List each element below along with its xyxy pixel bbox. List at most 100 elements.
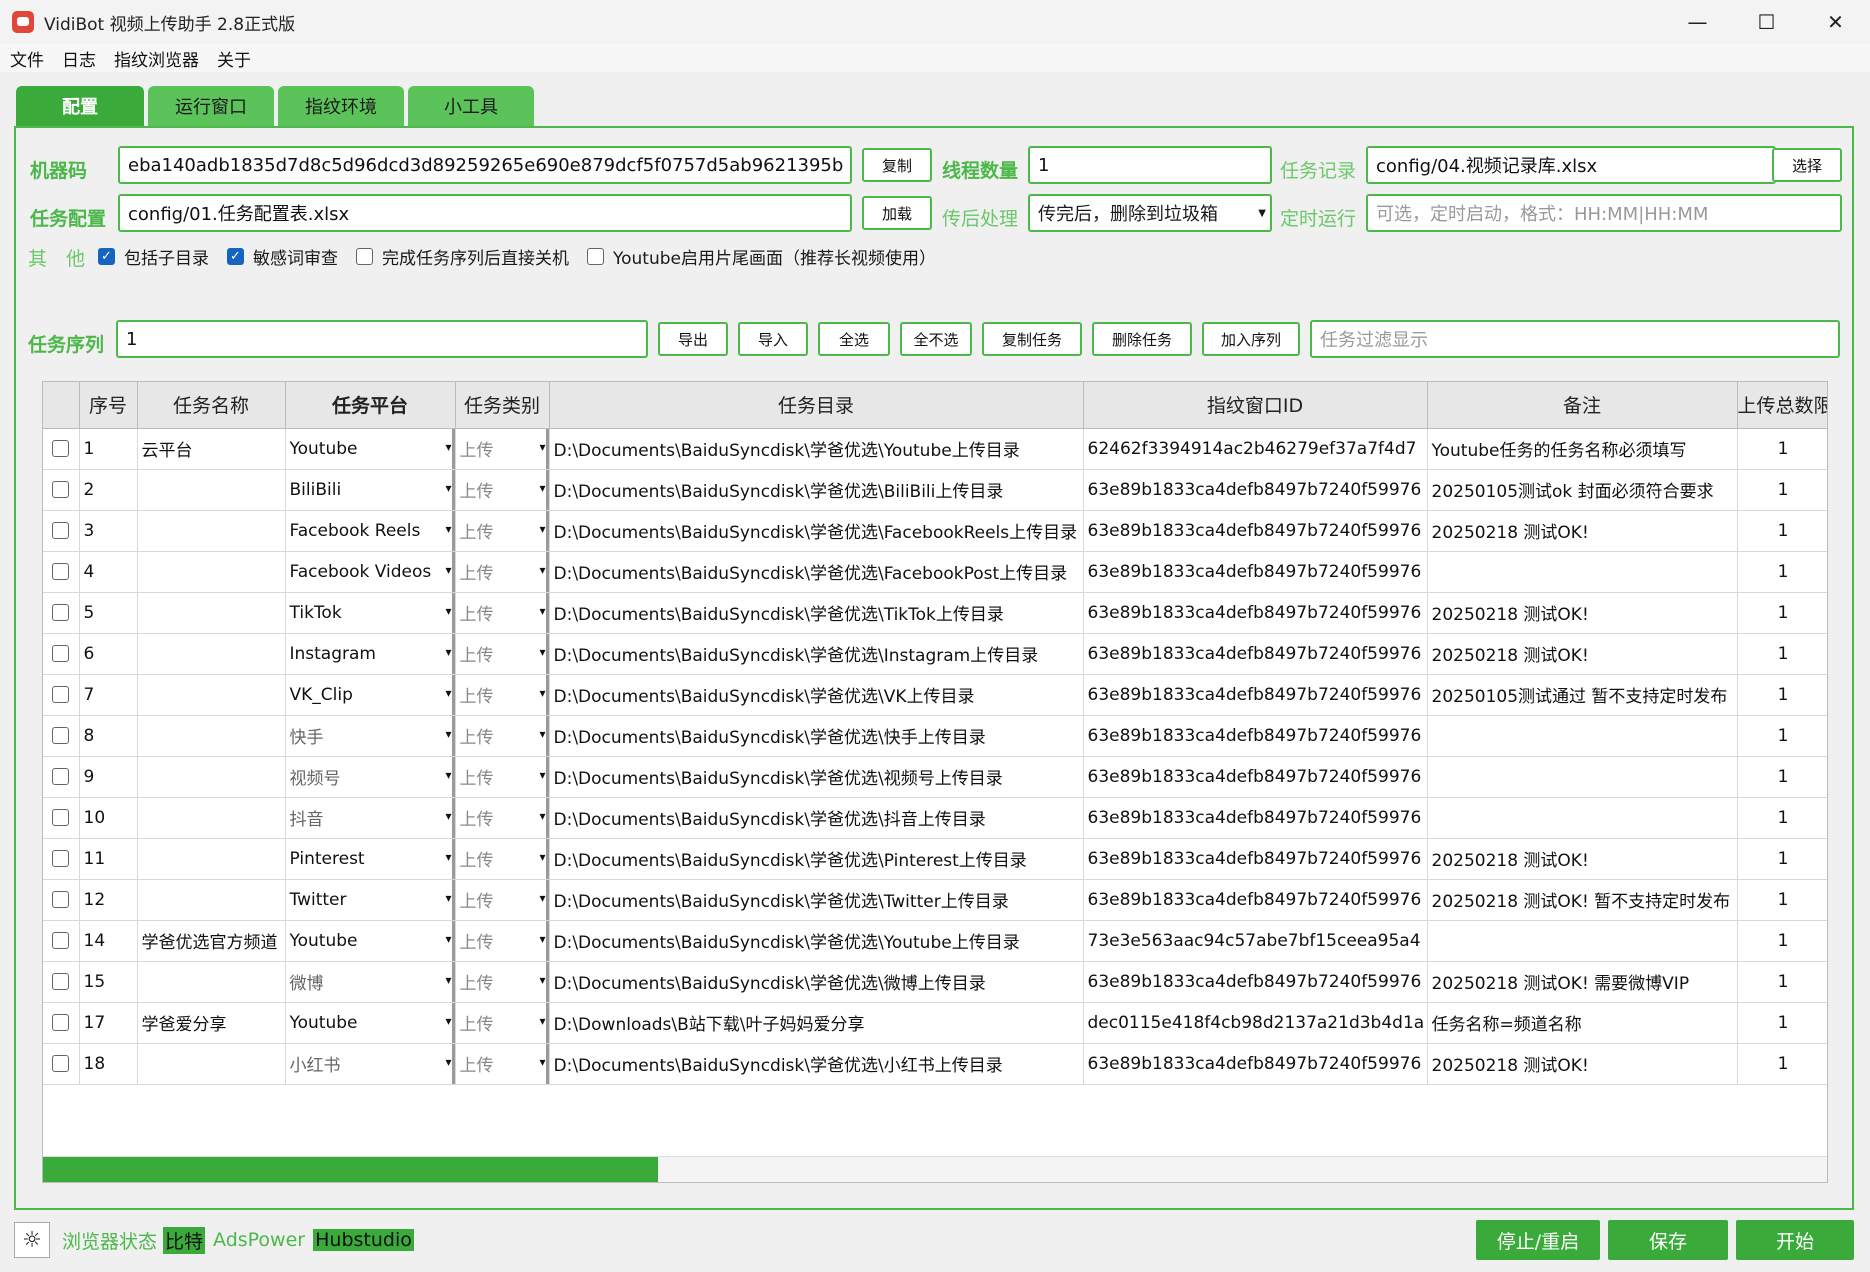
table-row[interactable]: 7 VK_Clip 上传D:\Documents\BaiduSyncdisk\学爸优…	[43, 674, 1827, 716]
table-row[interactable]: 14学爸优选官方频道Youtube 上传D:\Documents\BaiduSyn…	[43, 920, 1827, 962]
cell-note[interactable]: 20250218 测试OK!	[1427, 592, 1738, 634]
checkbox-icon[interactable]	[52, 850, 70, 867]
youtube-endscreen-checkbox[interactable]: Youtube启用片尾画面（推荐长视频使用）	[587, 244, 936, 269]
tab-fingerprint-env[interactable]: 指纹环境	[278, 86, 404, 126]
checkbox-icon[interactable]	[52, 1014, 70, 1031]
cell-upload-total[interactable]: 1	[1737, 920, 1827, 962]
cell-upload-total[interactable]: 1	[1737, 756, 1827, 798]
cell-fingerprint-id[interactable]: 63e89b1833ca4defb8497b7240f59976	[1083, 838, 1428, 880]
cell-category-select[interactable]: 上传	[455, 879, 550, 921]
checkbox-icon[interactable]	[52, 932, 70, 949]
col-header-fingerprint-id[interactable]: 指纹窗口ID	[1083, 382, 1428, 429]
table-row[interactable]: 10 抖音 上传D:\Documents\BaiduSyncdisk\学爸优选\抖音…	[43, 797, 1827, 839]
tab-run-window[interactable]: 运行窗口	[148, 86, 274, 126]
cell-fingerprint-id[interactable]: 63e89b1833ca4defb8497b7240f59976	[1083, 756, 1428, 798]
row-checkbox[interactable]	[43, 469, 80, 511]
table-row[interactable]: 12 Twitter 上传D:\Documents\BaiduSyncdisk\学爸…	[43, 879, 1827, 921]
cell-category-select[interactable]: 上传	[455, 469, 550, 511]
cell-upload-total[interactable]: 1	[1737, 1002, 1827, 1044]
checkbox-icon[interactable]	[52, 563, 70, 580]
row-checkbox[interactable]	[43, 879, 80, 921]
cell-fingerprint-id[interactable]: 63e89b1833ca4defb8497b7240f59976	[1083, 592, 1428, 634]
cell-upload-total[interactable]: 1	[1737, 838, 1827, 880]
cell-task-name[interactable]: 学爸优选官方频道	[137, 920, 286, 962]
cell-platform-select[interactable]: Facebook Reels	[285, 510, 456, 552]
cell-directory[interactable]: D:\Documents\BaiduSyncdisk\学爸优选\微博上传目录	[549, 961, 1084, 1003]
cell-task-name[interactable]	[137, 961, 286, 1003]
settings-sun-icon[interactable]: ☼	[14, 1222, 50, 1258]
cell-fingerprint-id[interactable]: 73e3e563aac94c57abe7bf15ceea95a4	[1083, 920, 1428, 962]
load-button[interactable]: 加载	[862, 196, 932, 230]
cell-platform-select[interactable]: 快手	[285, 715, 456, 757]
cell-task-name[interactable]	[137, 633, 286, 675]
cell-upload-total[interactable]: 1	[1737, 633, 1827, 675]
cell-upload-total[interactable]: 1	[1737, 428, 1827, 470]
checkbox-icon[interactable]	[52, 440, 70, 457]
shutdown-after-checkbox[interactable]: 完成任务序列后直接关机	[356, 244, 569, 269]
cell-fingerprint-id[interactable]: 63e89b1833ca4defb8497b7240f59976	[1083, 469, 1428, 511]
cell-directory[interactable]: D:\Documents\BaiduSyncdisk\学爸优选\Youtube上…	[549, 920, 1084, 962]
cell-category-select[interactable]: 上传	[455, 920, 550, 962]
copy-button[interactable]: 复制	[862, 148, 932, 182]
cell-note[interactable]: 20250218 测试OK!	[1427, 838, 1738, 880]
table-row[interactable]: 6 Instagram 上传D:\Documents\BaiduSyncdisk\学…	[43, 633, 1827, 675]
col-header-select[interactable]	[43, 382, 80, 429]
cell-category-select[interactable]: 上传	[455, 715, 550, 757]
cell-category-select[interactable]: 上传	[455, 797, 550, 839]
cell-fingerprint-id[interactable]: 63e89b1833ca4defb8497b7240f59976	[1083, 715, 1428, 757]
cell-note[interactable]: 20250105测试通过 暂不支持定时发布	[1427, 674, 1738, 716]
cell-platform-select[interactable]: Youtube	[285, 920, 456, 962]
cell-fingerprint-id[interactable]: 63e89b1833ca4defb8497b7240f59976	[1083, 633, 1428, 675]
cell-task-name[interactable]	[137, 1043, 286, 1085]
cell-task-name[interactable]	[137, 510, 286, 552]
cell-directory[interactable]: D:\Documents\BaiduSyncdisk\学爸优选\快手上传目录	[549, 715, 1084, 757]
cell-directory[interactable]: D:\Documents\BaiduSyncdisk\学爸优选\BiliBili…	[549, 469, 1084, 511]
cell-note[interactable]	[1427, 551, 1738, 593]
cell-directory[interactable]: D:\Documents\BaiduSyncdisk\学爸优选\抖音上传目录	[549, 797, 1084, 839]
cell-upload-total[interactable]: 1	[1737, 510, 1827, 552]
choose-button[interactable]: 选择	[1772, 148, 1842, 182]
table-row[interactable]: 3 Facebook Reels 上传D:\Documents\BaiduSyncd…	[43, 510, 1827, 552]
task-record-field[interactable]: config/04.视频记录库.xlsx	[1366, 146, 1776, 184]
table-row[interactable]: 11 Pinterest 上传D:\Documents\BaiduSyncdisk\…	[43, 838, 1827, 880]
row-checkbox[interactable]	[43, 715, 80, 757]
cell-directory[interactable]: D:\Downloads\B站下载\叶子妈妈爱分享	[549, 1002, 1084, 1044]
cell-category-select[interactable]: 上传	[455, 838, 550, 880]
table-row[interactable]: 15 微博 上传D:\Documents\BaiduSyncdisk\学爸优选\微博…	[43, 961, 1827, 1003]
cell-platform-select[interactable]: Facebook Videos	[285, 551, 456, 593]
cell-upload-total[interactable]: 1	[1737, 715, 1827, 757]
table-row[interactable]: 4 Facebook Videos 上传D:\Documents\BaiduSync…	[43, 551, 1827, 593]
cell-upload-total[interactable]: 1	[1737, 551, 1827, 593]
checkbox-icon[interactable]	[52, 604, 70, 621]
cell-upload-total[interactable]: 1	[1737, 469, 1827, 511]
checkbox-icon[interactable]	[52, 727, 70, 744]
stop-restart-button[interactable]: 停止/重启	[1476, 1220, 1600, 1260]
row-checkbox[interactable]	[43, 756, 80, 798]
tab-tools[interactable]: 小工具	[408, 86, 534, 126]
cell-directory[interactable]: D:\Documents\BaiduSyncdisk\学爸优选\Facebook…	[549, 551, 1084, 593]
delete-task-button[interactable]: 删除任务	[1092, 322, 1192, 356]
cell-directory[interactable]: D:\Documents\BaiduSyncdisk\学爸优选\Youtube上…	[549, 428, 1084, 470]
task-sequence-field[interactable]: 1	[116, 320, 648, 358]
row-checkbox[interactable]	[43, 1043, 80, 1085]
cell-category-select[interactable]: 上传	[455, 756, 550, 798]
cell-platform-select[interactable]: TikTok	[285, 592, 456, 634]
cell-fingerprint-id[interactable]: 63e89b1833ca4defb8497b7240f59976	[1083, 1043, 1428, 1085]
table-row[interactable]: 1云平台Youtube上传D:\Documents\BaiduSyncdisk\…	[43, 428, 1827, 470]
checkbox-icon[interactable]	[52, 522, 70, 539]
cell-category-select[interactable]: 上传	[455, 510, 550, 552]
table-row[interactable]: 5 TikTok 上传D:\Documents\BaiduSyncdisk\学爸优选…	[43, 592, 1827, 634]
cell-directory[interactable]: D:\Documents\BaiduSyncdisk\学爸优选\小红书上传目录	[549, 1043, 1084, 1085]
cell-upload-total[interactable]: 1	[1737, 961, 1827, 1003]
col-header-category[interactable]: 任务类别	[455, 382, 550, 429]
row-checkbox[interactable]	[43, 633, 80, 675]
row-checkbox[interactable]	[43, 551, 80, 593]
row-checkbox[interactable]	[43, 1002, 80, 1044]
menu-about[interactable]: 关于	[207, 46, 259, 71]
cell-platform-select[interactable]: VK_Clip	[285, 674, 456, 716]
cell-fingerprint-id[interactable]: 63e89b1833ca4defb8497b7240f59976	[1083, 551, 1428, 593]
cell-platform-select[interactable]: Pinterest	[285, 838, 456, 880]
cell-upload-total[interactable]: 1	[1737, 592, 1827, 634]
export-button[interactable]: 导出	[658, 322, 728, 356]
cell-note[interactable]	[1427, 797, 1738, 839]
